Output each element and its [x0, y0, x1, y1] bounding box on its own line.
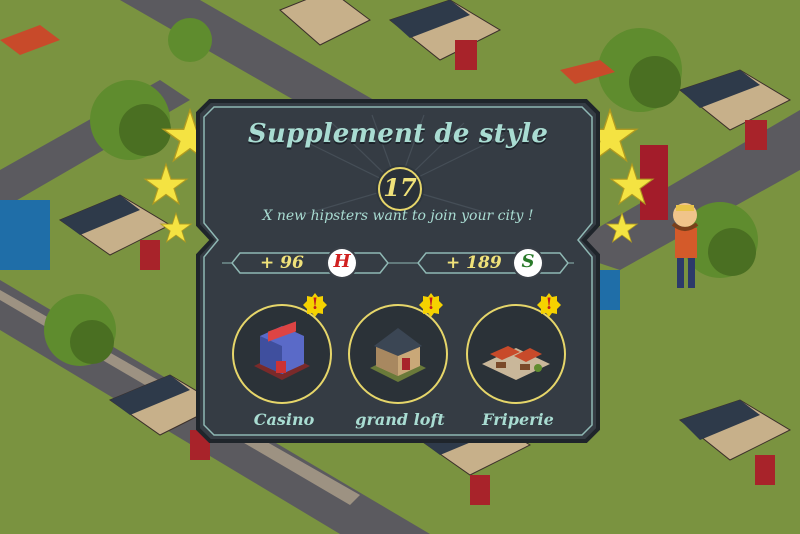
- alert-mark: !: [311, 294, 319, 313]
- reward-money-amount: + 189: [446, 253, 502, 273]
- alert-icon: !: [302, 292, 328, 318]
- building-label: grand loft: [355, 410, 445, 429]
- popup-title: Supplement de style: [247, 119, 549, 149]
- hipster-currency-icon: H: [328, 249, 356, 277]
- popup-subtitle: X new hipsters want to join your city !: [262, 208, 534, 224]
- reward-hipsters: + 96 H: [242, 248, 392, 278]
- hipster-currency-letter: H: [333, 251, 351, 272]
- alert-mark: !: [427, 294, 435, 313]
- reward-money: + 189 S: [428, 248, 578, 278]
- money-currency-letter: S: [521, 251, 535, 272]
- level-number: 17: [383, 173, 417, 202]
- loft-building-icon: [348, 304, 448, 404]
- level-up-popup: Supplement de style 17 X new hipsters wa…: [192, 95, 604, 447]
- friperie-building-icon: [466, 304, 566, 404]
- alert-mark: !: [545, 294, 553, 313]
- building-label: Casino: [253, 410, 315, 429]
- casino-building-icon: [232, 304, 332, 404]
- alert-icon: !: [418, 292, 444, 318]
- building-label: Friperie: [482, 410, 554, 429]
- reward-hipsters-amount: + 96: [260, 253, 304, 273]
- alert-icon: !: [536, 292, 562, 318]
- level-badge: 17: [378, 167, 422, 211]
- money-currency-icon: S: [514, 249, 542, 277]
